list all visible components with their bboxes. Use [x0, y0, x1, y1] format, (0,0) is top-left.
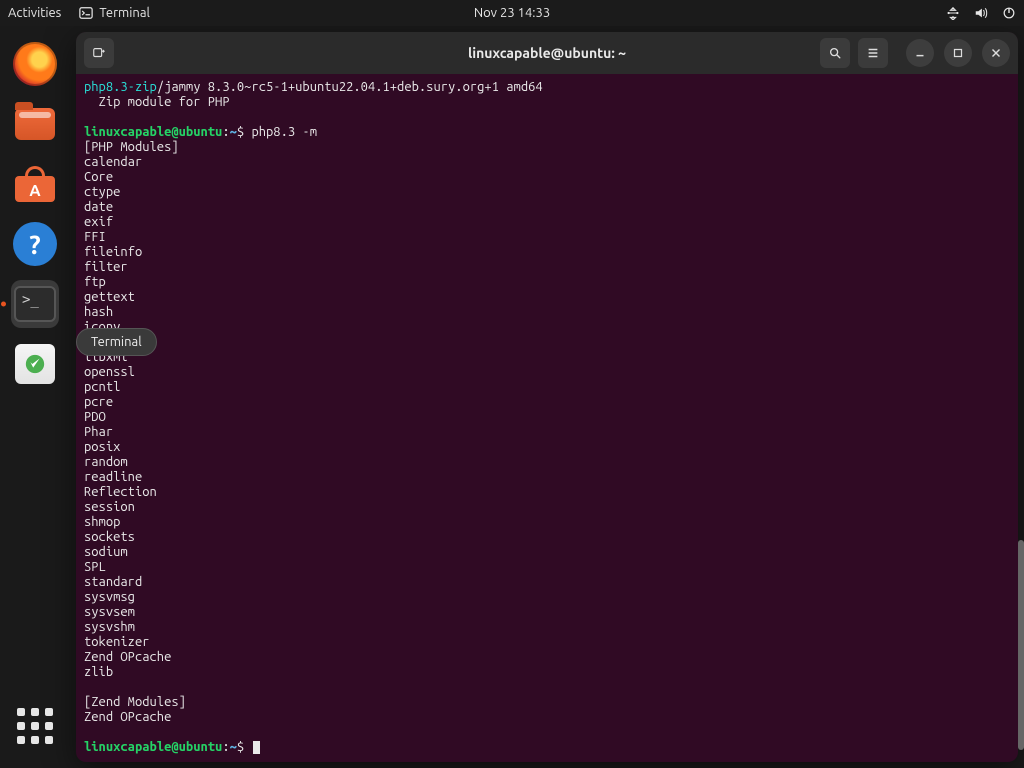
window-maximize-button[interactable] [944, 39, 972, 67]
terminal-icon [79, 6, 93, 20]
search-button[interactable] [820, 38, 850, 68]
dock: ? >_ [0, 26, 70, 768]
dock-files[interactable] [11, 100, 59, 148]
hamburger-menu-button[interactable] [858, 38, 888, 68]
power-icon[interactable] [1002, 6, 1016, 20]
dock-software[interactable] [11, 160, 59, 208]
dock-help[interactable]: ? [11, 220, 59, 268]
window-titlebar[interactable]: linuxcapable@ubuntu: ~ [76, 32, 1018, 74]
dock-terminal[interactable]: >_ [11, 280, 59, 328]
scrollbar[interactable] [1018, 540, 1024, 750]
software-icon [15, 166, 55, 202]
firefox-icon [13, 42, 57, 86]
volume-icon[interactable] [974, 6, 988, 20]
dock-trash[interactable] [11, 340, 59, 388]
trash-icon [15, 344, 55, 384]
window-close-button[interactable] [982, 39, 1010, 67]
dock-tooltip: Terminal [76, 328, 157, 356]
terminal-window: linuxcapable@ubuntu: ~ php8.3 [76, 32, 1018, 762]
cursor [253, 741, 260, 754]
activities-button[interactable]: Activities [8, 6, 61, 20]
panel-clock[interactable]: Nov 23 14:33 [474, 6, 550, 20]
new-tab-button[interactable] [84, 38, 114, 68]
terminal-output[interactable]: php8.3-zip/jammy 8.3.0~rc5-1+ubuntu22.04… [76, 74, 1018, 762]
show-applications-button[interactable] [11, 702, 59, 750]
files-icon [15, 108, 55, 140]
panel-app-label: Terminal [99, 6, 150, 20]
help-icon: ? [13, 222, 57, 266]
terminal-icon: >_ [14, 286, 56, 322]
window-title: linuxcapable@ubuntu: ~ [468, 45, 626, 61]
network-icon[interactable] [946, 6, 960, 20]
top-panel: Activities Terminal Nov 23 14:33 [0, 0, 1024, 26]
panel-active-app[interactable]: Terminal [79, 6, 150, 20]
dock-firefox[interactable] [11, 40, 59, 88]
window-minimize-button[interactable] [906, 39, 934, 67]
